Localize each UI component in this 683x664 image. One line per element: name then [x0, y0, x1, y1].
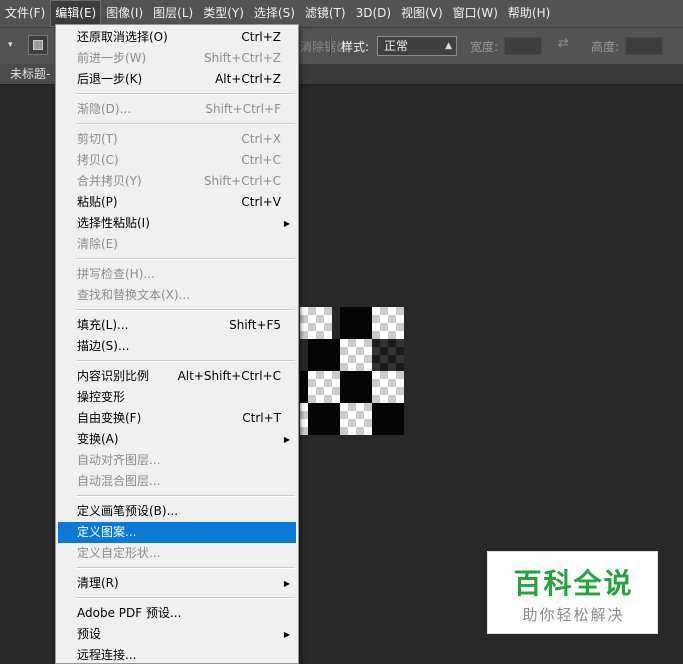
menu-filter[interactable]: 滤镜(T): [300, 0, 351, 27]
menu-separator: [77, 93, 295, 95]
menu-window[interactable]: 窗口(W): [448, 0, 503, 27]
height-label: 高度:: [591, 40, 620, 54]
checker-cell: [300, 371, 308, 403]
menu-file[interactable]: 文件(F): [0, 0, 50, 27]
new-selection-button[interactable]: [28, 35, 48, 55]
style-label: 样式:: [341, 40, 370, 54]
checker-cell: [372, 307, 404, 339]
menu-item-paste-special[interactable]: 选择性粘贴(I) ▶: [58, 213, 296, 234]
checker-cell: [372, 403, 404, 435]
style-select[interactable]: 正常 ▲: [377, 36, 457, 56]
menu-item-adobe-pdf-presets[interactable]: Adobe PDF 预设...: [58, 603, 296, 624]
edit-menu-dropdown: 还原取消选择(O) Ctrl+Z 前进一步(W) Shift+Ctrl+Z 后退一步…: [55, 24, 299, 664]
menu-3d[interactable]: 3D(D): [351, 0, 396, 27]
submenu-arrow-icon: ▶: [283, 219, 290, 228]
menu-item-remote-connections[interactable]: 远程连接...: [58, 645, 296, 663]
document-tab[interactable]: 未标题-: [0, 64, 57, 84]
options-separator: [330, 36, 332, 56]
checker-cell: [340, 307, 372, 339]
menu-item-undo[interactable]: 还原取消选择(O) Ctrl+Z: [58, 27, 296, 48]
checker-cell: [300, 307, 332, 339]
menu-edit[interactable]: 编辑(E): [50, 0, 102, 27]
checker-cell: [372, 339, 404, 371]
menu-item-fade[interactable]: 渐隐(D)... Shift+Ctrl+F: [58, 99, 296, 120]
menu-item-cut[interactable]: 剪切(T) Ctrl+X: [58, 129, 296, 150]
submenu-arrow-icon: ▶: [283, 579, 290, 588]
menu-separator: [77, 258, 295, 260]
menu-item-define-brush-preset[interactable]: 定义画笔预设(B)...: [58, 501, 296, 522]
checker-cell: [372, 371, 404, 403]
menu-item-copy-merged[interactable]: 合并拷贝(Y) Shift+Ctrl+C: [58, 171, 296, 192]
rect-selection-icon: [33, 40, 43, 50]
menu-separator: [77, 360, 295, 362]
swap-width-height-icon[interactable]: ⇄: [558, 36, 569, 51]
checker-cell: [308, 371, 340, 403]
menu-select[interactable]: 选择(S): [249, 0, 300, 27]
checker-cell: [340, 339, 372, 371]
menu-item-content-aware-scale[interactable]: 内容识别比例 Alt+Shift+Ctrl+C: [58, 366, 296, 387]
menu-item-check-spelling[interactable]: 拼写检查(H)...: [58, 264, 296, 285]
menu-separator: [77, 123, 295, 125]
menu-item-find-replace[interactable]: 查找和替换文本(X)...: [58, 285, 296, 306]
menu-help[interactable]: 帮助(H): [503, 0, 555, 27]
menu-item-auto-blend-layers[interactable]: 自动混合图层...: [58, 471, 296, 492]
menu-layer[interactable]: 图层(L): [148, 0, 198, 27]
menu-item-define-custom-shape[interactable]: 定义自定形状...: [58, 543, 296, 564]
style-select-value: 正常: [384, 39, 409, 53]
menu-item-transform[interactable]: 变换(A) ▶: [58, 429, 296, 450]
menu-item-stroke[interactable]: 描边(S)...: [58, 336, 296, 357]
menu-separator: [77, 597, 295, 599]
menu-item-presets[interactable]: 预设 ▶: [58, 624, 296, 645]
checker-cell: [308, 403, 340, 435]
menu-item-copy[interactable]: 拷贝(C) Ctrl+C: [58, 150, 296, 171]
watermark-subtitle: 助你轻松解决: [522, 606, 625, 624]
menu-image[interactable]: 图像(I): [101, 0, 148, 27]
checker-cell: [340, 403, 372, 435]
checker-cell: [340, 371, 372, 403]
menu-item-fill[interactable]: 填充(L)... Shift+F5: [58, 315, 296, 336]
checker-cell: [308, 339, 340, 371]
menu-item-auto-align-layers[interactable]: 自动对齐图层...: [58, 450, 296, 471]
select-arrows-icon: ▲: [445, 41, 452, 51]
submenu-arrow-icon: ▶: [283, 435, 290, 444]
menu-item-puppet-warp[interactable]: 操控变形: [58, 387, 296, 408]
submenu-arrow-icon: ▶: [283, 630, 290, 639]
tool-preset-dropdown-icon[interactable]: ▾: [8, 40, 13, 50]
menu-type[interactable]: 类型(Y): [198, 0, 249, 27]
menu-separator: [77, 495, 295, 497]
menu-separator: [77, 567, 295, 569]
width-label: 宽度:: [470, 40, 499, 54]
menu-item-step-forward[interactable]: 前进一步(W) Shift+Ctrl+Z: [58, 48, 296, 69]
watermark-logo: 百科全说 助你轻松解决: [487, 551, 658, 634]
width-field[interactable]: [504, 37, 542, 55]
menu-separator: [77, 309, 295, 311]
menu-item-clear[interactable]: 清除(E): [58, 234, 296, 255]
watermark-title: 百科全说: [513, 567, 634, 600]
menu-view[interactable]: 视图(V): [396, 0, 448, 27]
height-field[interactable]: [625, 37, 663, 55]
menu-bar: 文件(F) 编辑(E) 图像(I) 图层(L) 类型(Y) 选择(S) 滤镜(T…: [0, 0, 683, 27]
checker-cell: [300, 403, 308, 435]
menu-item-define-pattern[interactable]: 定义图案...: [58, 522, 296, 543]
document-canvas[interactable]: [300, 307, 404, 435]
menu-item-paste[interactable]: 粘贴(P) Ctrl+V: [58, 192, 296, 213]
menu-item-free-transform[interactable]: 自由变换(F) Ctrl+T: [58, 408, 296, 429]
menu-item-purge[interactable]: 清理(R) ▶: [58, 573, 296, 594]
menu-item-step-backward[interactable]: 后退一步(K) Alt+Ctrl+Z: [58, 69, 296, 90]
